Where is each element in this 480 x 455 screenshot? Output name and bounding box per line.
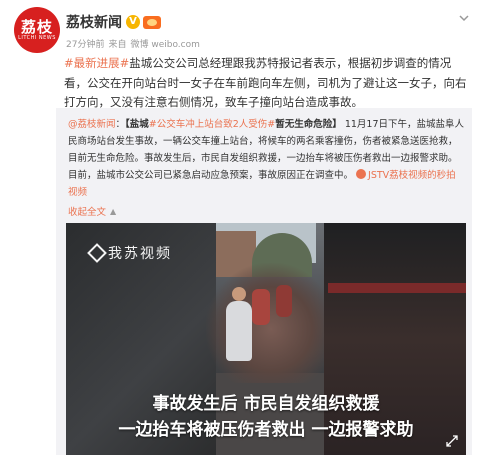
- repost-author[interactable]: @荔枝新闻: [68, 119, 116, 130]
- repost-body: @荔枝新闻：【盐城#公交车冲上站台致2人受伤#暂无生命危险】 11月17日下午，…: [68, 116, 464, 201]
- post-body: #最新进展#盐城公交公司总经理跟我苏特报记者表示，根据初步调查的情况看，公交在开…: [64, 54, 468, 113]
- post-from-label: 来自: [108, 40, 127, 50]
- video-subtitles: 事故发生后 市民自发组织救援 一边抬车将被压伤者救出 一边报警求助: [66, 391, 466, 443]
- video-watermark: 我苏视频: [87, 243, 172, 263]
- video-scene-rescuer: [226, 301, 252, 361]
- repost-topic[interactable]: #公交车冲上站台致2人受伤#: [149, 119, 275, 130]
- avatar-logo-text: 荔枝: [20, 17, 53, 36]
- video-scene-person: [276, 285, 292, 317]
- collapse-label: 收起全文: [68, 207, 107, 218]
- collapse-arrow-icon: ▲: [110, 206, 117, 216]
- video-scene-bus-stripe: [328, 283, 466, 293]
- avatar[interactable]: 荔枝 LITCHI NEWS: [14, 7, 60, 53]
- account-name[interactable]: 荔枝新闻: [66, 12, 122, 32]
- repost-title-suffix: 暂无生命危险】: [275, 119, 342, 130]
- vip-crown-icon: [143, 15, 161, 29]
- post-time[interactable]: 27分钟前: [66, 37, 104, 50]
- video-player[interactable]: 我苏视频 事故发生后 市民自发组织救援 一边抬车将被压伤者救出 一边报警求助: [66, 223, 466, 455]
- play-icon: [356, 169, 367, 179]
- watermark-logo-icon: [87, 243, 107, 263]
- video-watermark-text: 我苏视频: [108, 246, 172, 262]
- subtitle-line-2: 一边抬车将被压伤者救出 一边报警求助: [118, 420, 414, 440]
- post-header: 荔枝 LITCHI NEWS 荔枝新闻 V 27分钟前 来自 微博 weibo.…: [0, 0, 480, 53]
- post-meta: 27分钟前 来自 微博 weibo.com: [66, 37, 200, 50]
- expand-icon[interactable]: [446, 435, 458, 447]
- post-hashtag[interactable]: #最新进展#: [64, 56, 129, 70]
- repost-author-suffix: ：: [115, 119, 126, 130]
- post-source[interactable]: 微博 weibo.com: [130, 37, 199, 50]
- subtitle-line-1: 事故发生后 市民自发组织救援: [152, 394, 380, 414]
- chevron-down-icon[interactable]: [458, 12, 470, 24]
- name-row: 荔枝新闻 V: [66, 12, 161, 32]
- repost-card: @荔枝新闻：【盐城#公交车冲上站台致2人受伤#暂无生命危险】 11月17日下午，…: [56, 108, 472, 455]
- video-scene-person-head: [232, 287, 246, 301]
- collapse-toggle[interactable]: 收起全文 ▲: [68, 204, 117, 219]
- repost-title-prefix: 【盐城: [125, 119, 149, 130]
- avatar-logo-subtext: LITCHI NEWS: [18, 34, 56, 41]
- verified-badge-icon: V: [126, 15, 140, 29]
- video-scene-person: [252, 289, 270, 325]
